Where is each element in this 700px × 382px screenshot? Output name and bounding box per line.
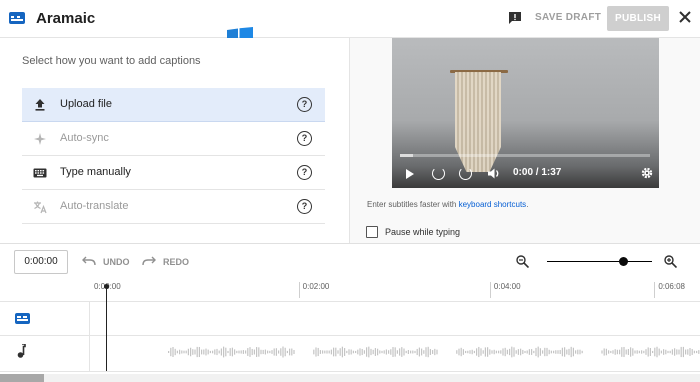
video-time: 0:00 / 1:37 — [513, 167, 562, 178]
sparkle-icon — [34, 133, 46, 145]
track-divider — [0, 371, 700, 372]
caption-method-instruction: Select how you want to add captions — [22, 55, 201, 67]
help-icon[interactable]: ? — [297, 131, 312, 146]
zoom-slider-track[interactable] — [547, 261, 652, 262]
editor-header: Aramaic SAVE DRAFT PUBLISH — [0, 0, 700, 38]
option-auto-translate[interactable]: Auto-translate ? — [22, 190, 325, 224]
publish-button[interactable]: PUBLISH — [607, 6, 669, 31]
shortcuts-hint: Enter subtitles faster with keyboard sho… — [367, 200, 528, 209]
toolbar-divider — [0, 243, 700, 244]
option-auto-sync[interactable]: Auto-sync ? — [22, 122, 325, 156]
volume-icon[interactable] — [488, 168, 500, 179]
track-divider — [0, 301, 700, 302]
zoom-in-icon[interactable] — [664, 255, 677, 268]
timeline-ruler[interactable]: 0:00:000:02:000:04:000:06:08 — [91, 282, 700, 301]
help-icon[interactable]: ? — [297, 165, 312, 180]
save-draft-button[interactable]: SAVE DRAFT — [535, 12, 601, 23]
feedback-icon[interactable] — [508, 11, 522, 25]
keyboard-icon — [33, 168, 47, 178]
subtitles-icon — [9, 12, 25, 24]
option-label: Type manually — [60, 166, 131, 178]
timecode-input[interactable]: 0:00:00 — [14, 250, 68, 274]
settings-gear-icon[interactable] — [641, 167, 653, 179]
option-type-manually[interactable]: Type manually ? — [22, 156, 325, 190]
option-label: Upload file — [60, 98, 112, 110]
forward-icon[interactable] — [459, 167, 472, 180]
preview-panel: 0:00 / 1:37 Enter subtitles faster with … — [350, 38, 700, 243]
track-header-divider — [89, 301, 90, 371]
hint-suffix: . — [526, 200, 529, 209]
upload-icon — [35, 99, 45, 111]
option-upload-file[interactable]: Upload file ? — [22, 88, 325, 122]
redo-icon[interactable] — [142, 256, 156, 266]
undo-icon[interactable] — [82, 256, 96, 266]
zoom-slider-thumb[interactable] — [618, 257, 628, 266]
page-title: Aramaic — [36, 10, 96, 27]
help-icon[interactable]: ? — [297, 199, 312, 214]
music-note-icon — [17, 344, 26, 358]
translate-icon — [34, 201, 47, 214]
video-progress-track[interactable] — [400, 154, 650, 157]
playhead[interactable] — [106, 287, 107, 371]
help-icon[interactable]: ? — [297, 97, 312, 112]
timeline-tick: 0:02:00 — [298, 282, 329, 298]
video-progress-fill — [400, 154, 413, 157]
timeline-scrollbar[interactable] — [0, 374, 700, 382]
option-label: Auto-sync — [60, 132, 109, 144]
timeline-tick: 0:06:08 — [654, 282, 685, 298]
rewind-icon[interactable] — [432, 167, 445, 180]
video-player[interactable]: 0:00 / 1:37 — [392, 38, 659, 188]
zoom-out-icon[interactable] — [516, 255, 529, 268]
hint-prefix: Enter subtitles faster with — [367, 200, 459, 209]
timeline-tick: 0:04:00 — [489, 282, 521, 298]
timeline-scrollbar-thumb[interactable] — [0, 374, 44, 382]
caption-method-panel: Select how you want to add captions Uplo… — [0, 38, 349, 243]
undo-button[interactable]: UNDO — [103, 257, 130, 267]
keyboard-shortcuts-link[interactable]: keyboard shortcuts — [459, 200, 527, 209]
play-icon[interactable] — [406, 169, 414, 179]
pause-while-typing-label: Pause while typing — [385, 227, 461, 237]
caption-method-list: Upload file ? Auto-sync ? Type manually … — [22, 88, 325, 224]
option-label: Auto-translate — [60, 200, 129, 212]
close-icon[interactable] — [677, 9, 693, 25]
audio-waveform — [168, 346, 700, 358]
subtitle-track-icon — [15, 313, 30, 324]
redo-button[interactable]: REDO — [163, 257, 189, 267]
track-divider — [0, 335, 700, 336]
pause-while-typing-checkbox[interactable] — [366, 226, 378, 238]
video-frame-macrame — [455, 72, 501, 172]
